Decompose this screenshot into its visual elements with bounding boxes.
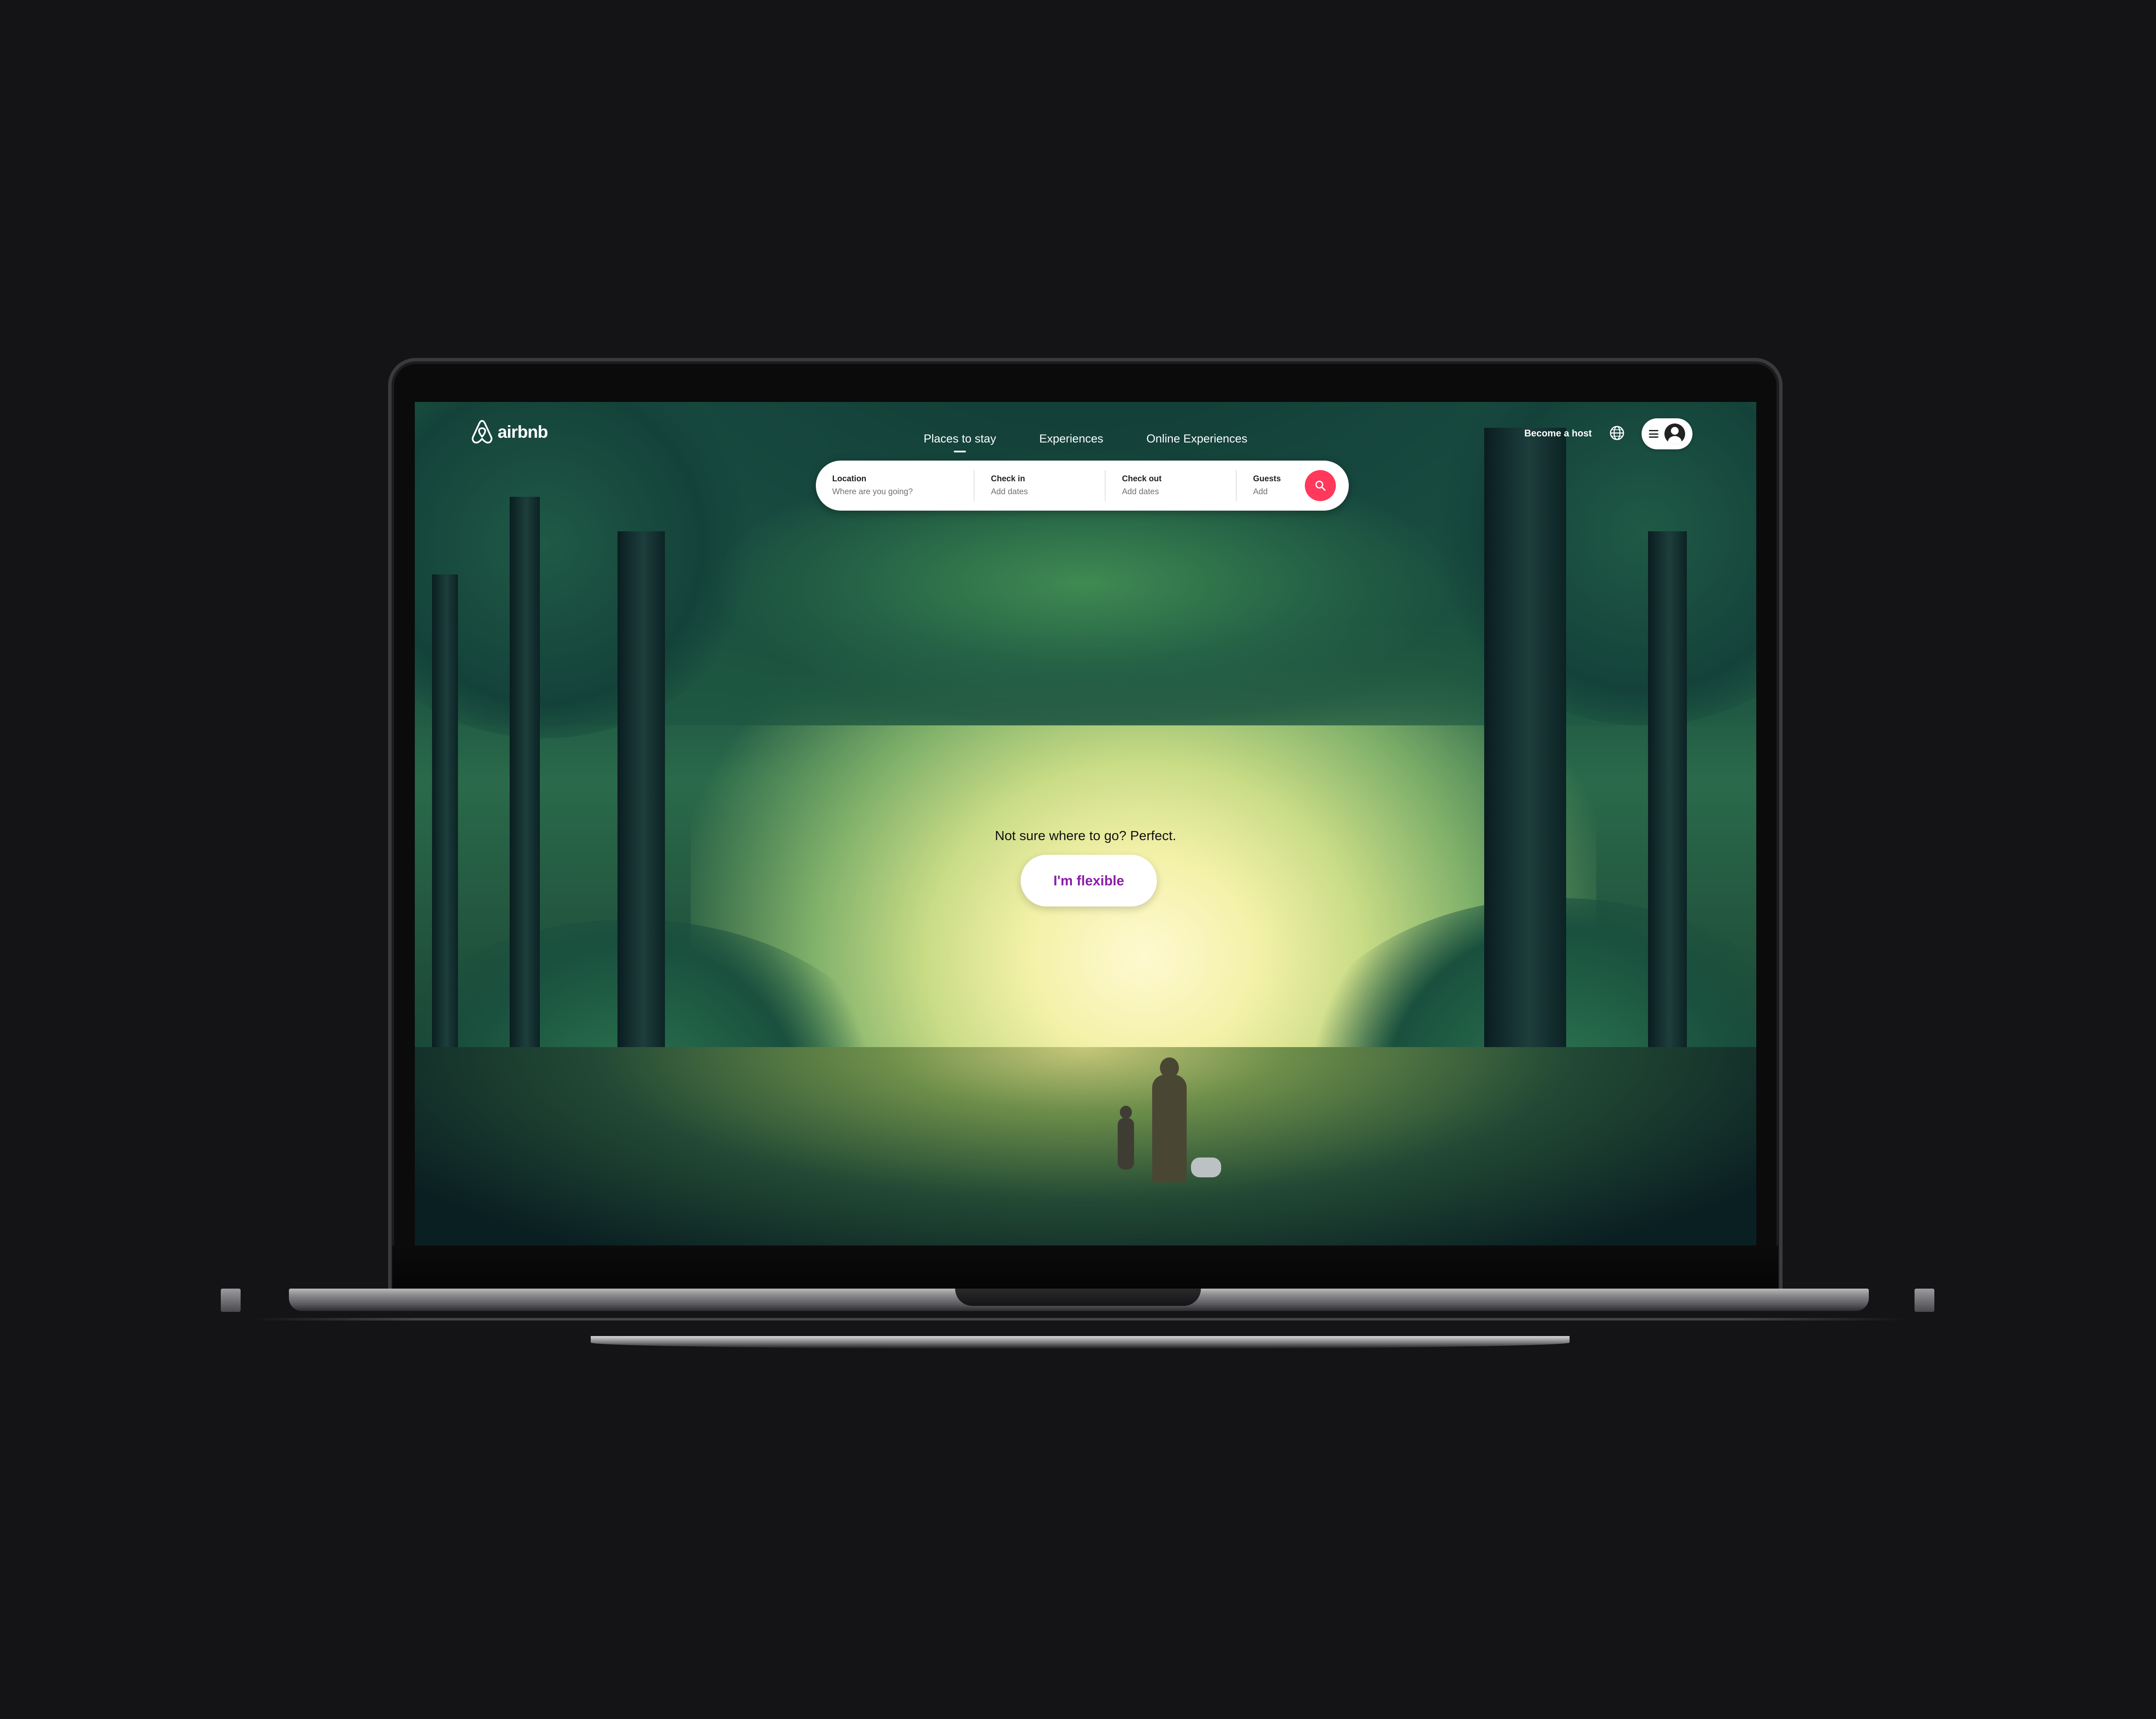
hamburger-icon [1649,430,1658,438]
location-label: Location [832,474,867,483]
tab-online-experiences[interactable]: Online Experiences [1147,432,1247,445]
hero-tagline: Not sure where to go? Perfect. [995,828,1176,843]
search-button[interactable] [1305,470,1336,501]
laptop-foot-left [221,1289,241,1312]
guests-label: Guests [1253,474,1281,483]
globe-icon[interactable] [1609,425,1625,441]
guests-placeholder: Add [1253,487,1268,496]
im-flexible-label: I'm flexible [1053,872,1125,888]
check-out-label: Check out [1122,474,1162,483]
laptop-reflection [591,1336,1570,1349]
check-out-placeholder: Add dates [1122,487,1159,496]
airbnb-logo-icon [472,420,492,444]
search-icon [1315,480,1326,491]
laptop-bezel [392,1245,1778,1289]
search-bar: Location Where are you going? Check in A… [816,461,1349,511]
check-out-field[interactable]: Check out Add dates [1105,470,1236,501]
airbnb-logo[interactable]: airbnb [471,419,548,445]
laptop-screen: airbnb Places to stay Experiences Online… [415,402,1756,1245]
check-in-label: Check in [991,474,1025,483]
im-flexible-button[interactable]: I'm flexible [1021,855,1157,907]
laptop-foot-right [1915,1289,1934,1312]
tab-places-to-stay[interactable]: Places to stay [924,432,996,452]
check-in-placeholder: Add dates [991,487,1028,496]
user-avatar-icon [1664,423,1685,444]
hero-forest-illustration [415,402,1756,1245]
tab-experiences[interactable]: Experiences [1039,432,1103,445]
guests-field[interactable]: Guests Add [1236,470,1305,501]
main-nav: Places to stay Experiences Online Experi… [924,432,1247,452]
check-in-field[interactable]: Check in Add dates [974,470,1105,501]
location-field[interactable]: Location Where are you going? [832,470,974,501]
laptop-notch [955,1289,1201,1306]
brand-name: airbnb [498,422,548,442]
laptop-shadow-line [250,1318,1906,1321]
user-menu-button[interactable] [1642,418,1692,449]
location-placeholder: Where are you going? [832,487,913,496]
become-host-link[interactable]: Become a host [1524,428,1592,439]
